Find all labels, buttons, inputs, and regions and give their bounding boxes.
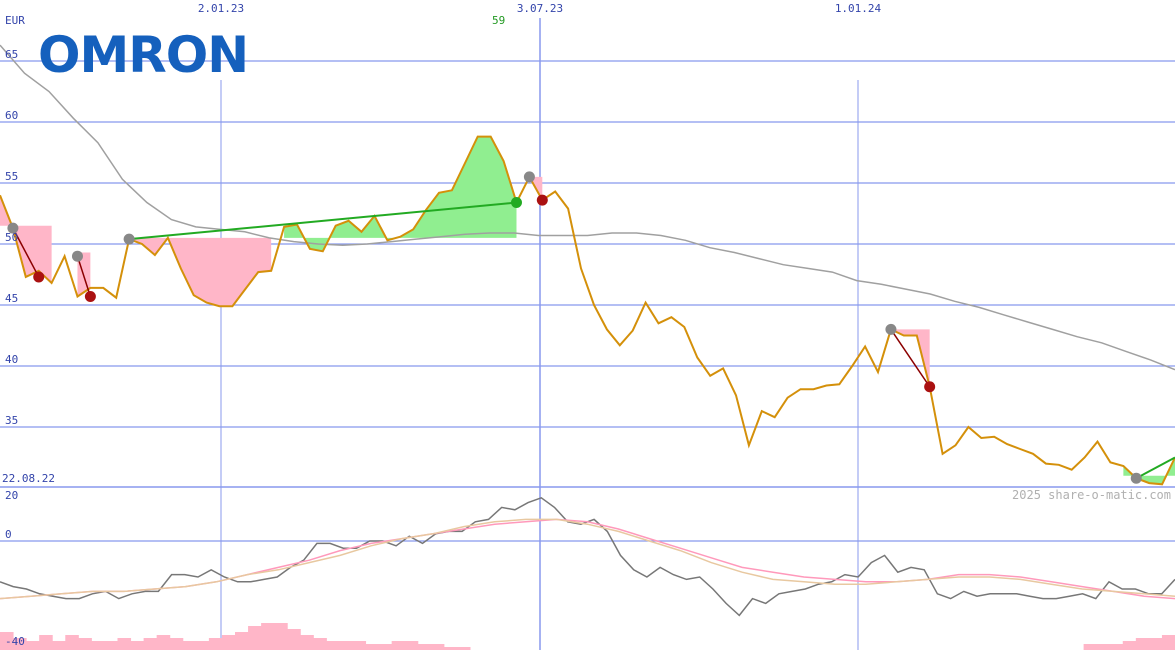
signal_slow-line <box>0 518 1175 600</box>
volume-bar <box>261 623 275 650</box>
volume-bar <box>430 644 445 650</box>
high-marker <box>523 171 535 183</box>
low-marker <box>84 290 96 302</box>
peak-label: 59 <box>492 14 506 27</box>
volume-bar <box>1161 635 1175 650</box>
volume-bar <box>339 641 353 650</box>
low-marker <box>536 194 548 206</box>
volume-bar <box>1083 644 1098 650</box>
start-date-label: 22.08.22 <box>2 472 55 485</box>
volume-bar <box>417 644 432 650</box>
y-tick-label: 60 <box>5 109 18 122</box>
buy-marker <box>510 197 522 209</box>
volume-bar <box>313 638 327 650</box>
volume-bar <box>378 644 393 650</box>
volume-bar <box>182 641 197 650</box>
watermark: 2025 share-o-matic.com <box>1012 488 1171 502</box>
volume-bar <box>1096 644 1111 650</box>
volume-bar <box>143 638 158 650</box>
volume-bar <box>235 632 249 650</box>
volume-bar <box>169 638 184 650</box>
osc-tick-label: 0 <box>5 528 12 541</box>
high-marker <box>1130 472 1142 484</box>
y-tick-label: 55 <box>5 170 18 183</box>
text-layer: 35 40 45 50 55 60 65 20 0 -40 2.01.23 3.07.23 1.01.2… <box>5 2 882 648</box>
osc-tick-label: -40 <box>5 635 25 648</box>
volume-bar <box>300 635 314 650</box>
loss-area <box>129 237 272 307</box>
x-tick-label: 2.01.23 <box>198 2 244 15</box>
volume-bar <box>391 641 406 650</box>
volume-bar <box>221 635 236 650</box>
price-line <box>0 135 1175 486</box>
low-marker <box>33 271 45 283</box>
high-marker <box>123 233 135 245</box>
y-tick-label: 50 <box>5 231 18 244</box>
volume-bar <box>248 626 262 650</box>
volume-bar <box>117 638 132 650</box>
high-marker <box>885 323 897 335</box>
x-tick-label: 3.07.23 <box>517 2 563 15</box>
volume-bar <box>195 641 210 650</box>
volume-bar <box>78 638 92 650</box>
fill-layer <box>0 136 1175 650</box>
low-marker <box>924 381 936 393</box>
y-tick-label: 35 <box>5 414 18 427</box>
volume-bar <box>65 635 79 650</box>
volume-bar <box>404 641 419 650</box>
sma-line <box>0 44 1175 371</box>
volume-bar <box>287 629 301 650</box>
volume-bar <box>1109 644 1124 650</box>
grid-layer <box>0 18 1175 650</box>
volume-bar <box>130 641 145 650</box>
oscillator-line <box>0 496 1175 617</box>
volume-bar <box>1148 638 1163 650</box>
volume-bar <box>326 641 340 650</box>
volume-bar <box>52 641 66 650</box>
y-tick-label: 45 <box>5 292 18 305</box>
high-marker <box>71 250 83 262</box>
volume-bar <box>26 641 40 650</box>
volume-bar <box>208 638 223 650</box>
y-tick-label: 40 <box>5 353 18 366</box>
x-tick-label: 1.01.24 <box>835 2 882 15</box>
volume-bar <box>39 635 53 650</box>
osc-tick-label: 20 <box>5 489 18 502</box>
volume-bar <box>1122 641 1137 650</box>
marker-layer <box>7 171 1142 484</box>
omron-logo: OMRON <box>38 26 249 84</box>
volume-bar <box>1135 638 1150 650</box>
volume-bar <box>365 644 380 650</box>
y-tick-label: 65 <box>5 48 18 61</box>
volume-bar <box>104 641 118 650</box>
volume-bar <box>274 623 288 650</box>
volume-bar <box>156 635 171 650</box>
chart-canvas: 35 40 45 50 55 60 65 20 0 -40 2.01.23 3.07.23 1.01.2… <box>0 2 1175 650</box>
volume-bar <box>91 641 105 650</box>
line-layer <box>0 44 1175 617</box>
currency-label: EUR <box>5 14 25 27</box>
volume-bar <box>352 641 367 650</box>
